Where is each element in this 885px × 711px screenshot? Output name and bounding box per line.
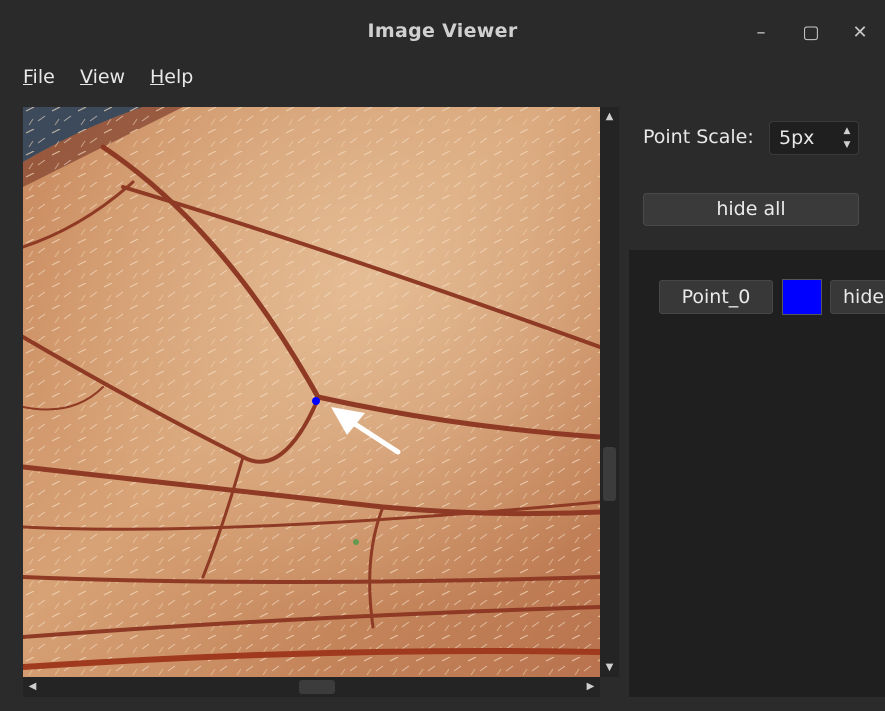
vertical-scrollbar[interactable]: ▲ ▼ [600,107,619,677]
point-scale-value[interactable]: 5px [779,127,814,149]
point-scale-spinbox[interactable]: 5px ▲ ▼ [769,121,859,155]
menu-view[interactable]: View [80,66,125,88]
image-canvas[interactable] [23,107,600,677]
horizontal-scrollbar[interactable]: ◀ ▶ [23,677,600,697]
minimize-icon: – [756,22,766,43]
point-label-button[interactable]: Point_0 [659,280,773,314]
horizontal-scroll-thumb[interactable] [299,680,335,694]
maximize-button[interactable]: ▢ [796,18,826,48]
minimize-button[interactable]: – [746,18,776,48]
close-button[interactable]: ✕ [845,18,875,48]
points-list-panel: Point_0 hide [629,250,885,697]
spin-up-icon[interactable]: ▲ [841,125,853,137]
wing-image [23,107,600,677]
scroll-right-icon[interactable]: ▶ [581,677,600,696]
point-hide-button[interactable]: hide [830,280,885,314]
scroll-down-icon[interactable]: ▼ [600,658,619,677]
point-color-swatch[interactable] [782,279,822,315]
scroll-left-icon[interactable]: ◀ [23,677,42,696]
close-icon: ✕ [852,22,868,43]
menu-bar: File View Help [0,62,885,98]
menu-help[interactable]: Help [150,66,193,88]
scroll-up-icon[interactable]: ▲ [600,107,619,126]
point-scale-label: Point Scale: [643,126,754,148]
hide-all-button[interactable]: hide all [643,193,859,226]
title-bar: Image Viewer – ▢ ✕ [0,0,885,62]
menu-file[interactable]: File [23,66,55,88]
image-viewer: ▲ ▼ ◀ ▶ [23,107,619,697]
scroll-corner [600,677,619,697]
maximize-icon: ▢ [802,22,820,43]
spin-down-icon[interactable]: ▼ [841,139,853,151]
vertical-scroll-thumb[interactable] [603,447,616,501]
